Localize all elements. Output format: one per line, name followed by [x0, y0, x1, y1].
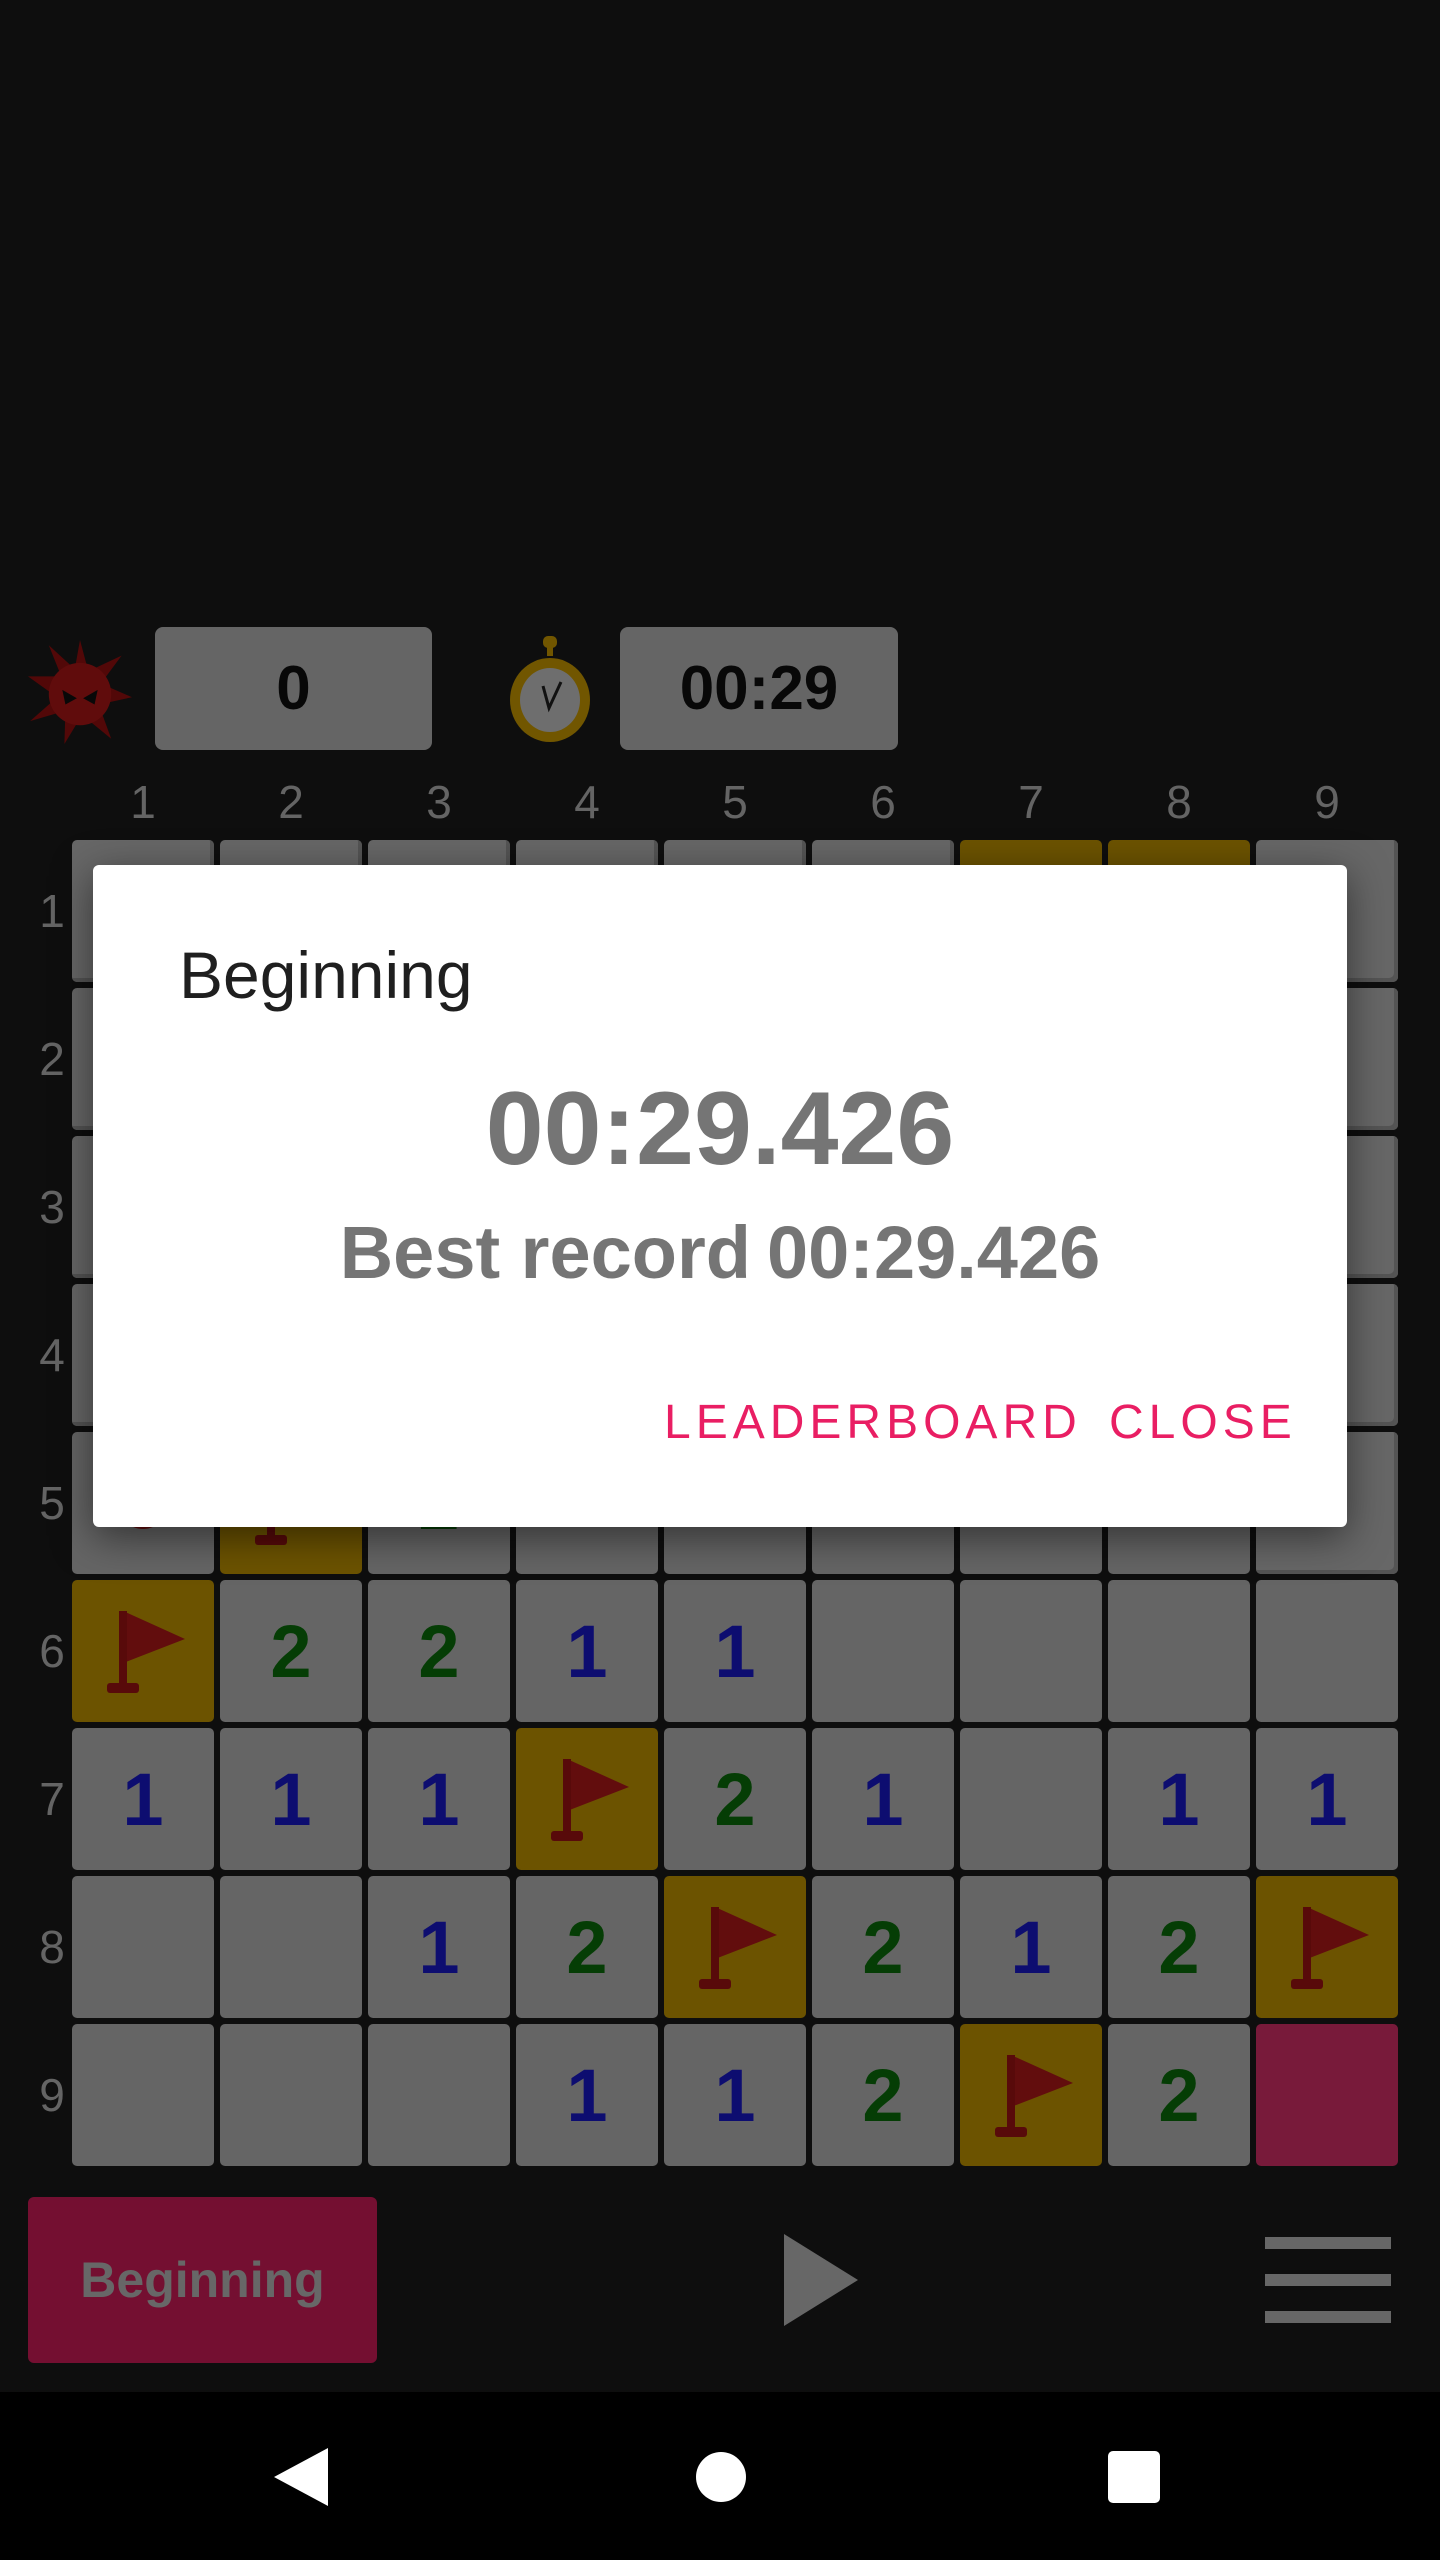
- back-icon[interactable]: [272, 2446, 332, 2508]
- dialog-title: Beginning: [179, 938, 473, 1012]
- finish-time: 00:29.426: [485, 1071, 955, 1187]
- close-button[interactable]: CLOSE: [1109, 1395, 1297, 1450]
- best-record: Best record 00:29.426: [93, 1210, 1347, 1295]
- best-record-label: Best record: [339, 1211, 751, 1294]
- recents-icon[interactable]: [1108, 2451, 1160, 2503]
- home-icon[interactable]: [695, 2451, 747, 2503]
- system-nav-bar: [0, 2392, 1440, 2560]
- game-complete-dialog: Beginning 00:29.426 Best record 00:29.426…: [93, 865, 1347, 1527]
- leaderboard-button[interactable]: LEADERBOARD: [664, 1395, 1082, 1450]
- best-record-time: 00:29.426: [766, 1211, 1101, 1294]
